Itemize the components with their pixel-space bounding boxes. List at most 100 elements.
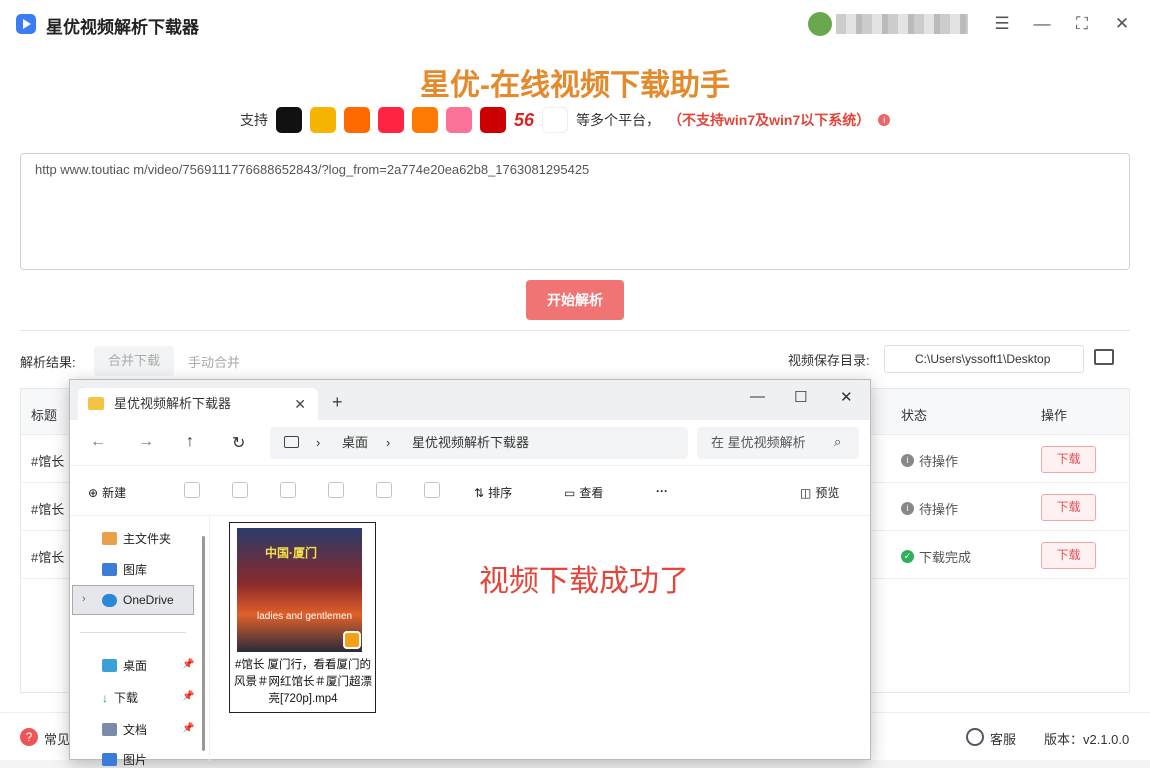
support-prefix: 支持 [240,112,268,128]
nav-onedrive[interactable]: OneDrive [102,593,174,607]
nav-home[interactable]: 主文件夹 [102,530,171,547]
nav-label: OneDrive [123,593,174,607]
view-label: 查看 [579,486,604,500]
computer-icon [284,436,299,448]
help-icon[interactable]: ? [20,728,38,746]
thumbnail-caption: 中国·厦门 [265,546,317,560]
folder-icon[interactable] [1094,349,1114,365]
gallery-icon [102,563,117,576]
close-button[interactable]: ✕ [1110,12,1134,36]
app-logo-icon [16,14,36,34]
page-title: 星优-在线视频下载助手 [420,69,730,102]
nav-downloads[interactable]: ↓ 下载 [102,689,138,706]
acfun-icon [542,107,569,133]
minimize-button[interactable]: — [1030,12,1054,36]
explorer-tabbar: 星优视频解析下载器 ✕ + — ☐ ✕ [70,380,870,420]
tencent-video-icon [412,107,438,133]
douyin-icon [276,107,302,133]
thumbnail-subtitle: ladies and gentlemen [257,611,353,622]
crumb-desktop[interactable]: 桌面 [342,427,368,459]
back-icon[interactable]: ← [90,433,106,451]
rename-icon[interactable] [328,482,344,498]
info-icon[interactable]: i [878,114,891,126]
preview-button[interactable]: ◫ 预览 [800,484,839,501]
download-button[interactable]: 下载 [1041,542,1096,569]
media-player-icon [343,631,361,649]
nav-label: 主文件夹 [123,532,172,546]
bilibili-icon [446,107,472,133]
pin-icon[interactable]: 📌 [182,723,194,734]
row-status: i 待操作 [901,451,958,470]
nav-desktop[interactable]: 桌面 [102,657,147,674]
maximize-button[interactable]: ⛶ [1070,12,1094,36]
explorer-tab[interactable]: 星优视频解析下载器 ✕ [78,388,318,420]
view-button[interactable]: ▭ 查看 [564,484,603,501]
download-icon: ↓ [102,690,108,705]
share-icon[interactable] [376,482,392,498]
view-icon: ▭ [564,485,576,500]
chevron-right-icon: › [386,435,391,450]
sliders-icon[interactable]: ☰ [990,12,1014,36]
row-status: ✓ 下载完成 [901,547,971,566]
manual-merge-button[interactable]: 手动合并 [188,352,240,371]
row-title: #馆长 [31,550,65,565]
cut-icon[interactable] [184,482,200,498]
help-link[interactable]: 常见 [44,729,70,748]
merge-download-button[interactable]: 合并下载 [94,346,174,376]
address-bar-row: ← → ↑ ↻ › 桌面 › 星优视频解析下载器 在 星优视频解析 ⌕ [70,420,870,466]
user-name-blurred[interactable] [836,14,968,34]
more-button[interactable]: ··· [656,484,668,498]
service-icon[interactable] [966,728,984,746]
sort-button[interactable]: ⇅ 排序 [474,484,512,501]
minimize-button[interactable]: — [750,388,765,405]
nav-label: 图库 [123,563,148,577]
scrollbar[interactable] [202,536,205,751]
forward-icon[interactable]: → [138,433,154,451]
check-icon: ✓ [901,550,914,563]
warning-text: （不支持win7及win7以下系统） [668,112,871,128]
copy-icon[interactable] [232,482,248,498]
download-button[interactable]: 下载 [1041,446,1096,473]
row-title: #馆长 [31,454,65,469]
pin-icon[interactable]: 📌 [182,659,194,670]
pin-icon[interactable]: 📌 [182,691,194,702]
info-icon: i [901,502,914,515]
divider [20,330,1130,331]
close-tab-icon[interactable]: ✕ [294,388,306,420]
save-path-field[interactable]: C:\Users\yssoft1\Desktop [884,345,1084,373]
status-text: 待操作 [919,502,959,517]
search-icon: ⌕ [834,434,842,449]
weibo-icon [310,107,336,133]
chevron-right-icon: › [316,435,321,450]
chevron-right-icon[interactable]: › [82,593,86,605]
delete-icon[interactable] [424,482,440,498]
tab-label: 星优视频解析下载器 [114,396,232,411]
file-explorer-window: 星优视频解析下载器 ✕ + — ☐ ✕ ← → ↑ ↻ › 桌面 › 星优视频解… [69,379,871,767]
download-button[interactable]: 下载 [1041,494,1096,521]
crumb-folder[interactable]: 星优视频解析下载器 [412,427,529,459]
preview-label: 预览 [815,486,840,500]
close-button[interactable]: ✕ [840,388,853,406]
avatar[interactable] [808,12,832,36]
refresh-icon[interactable]: ↻ [232,433,245,453]
url-input[interactable]: http www.toutiac m/video/756911177668865… [20,153,1130,270]
row-title: #馆长 [31,502,65,517]
up-icon[interactable]: ↑ [186,433,194,451]
video-file-item[interactable]: 中国·厦门 ladies and gentlemen #馆长 厦门行，看看厦门的… [229,522,376,713]
info-icon: i [901,454,914,467]
title-bar: 星优视频解析下载器 ☰ — ⛶ ✕ [0,0,1150,48]
maximize-button[interactable]: ☐ [794,388,807,406]
paste-icon[interactable] [280,482,296,498]
start-parse-button[interactable]: 开始解析 [526,280,624,320]
nav-documents[interactable]: 文档 [102,721,147,738]
new-button[interactable]: ⊕ 新建 [88,484,126,501]
app-title: 星优视频解析下载器 [46,18,199,37]
new-tab-icon[interactable]: + [332,392,343,413]
nav-label: 桌面 [123,659,148,673]
breadcrumb[interactable]: › 桌面 › 星优视频解析下载器 [270,427,688,459]
service-link[interactable]: 客服 [990,729,1016,748]
nav-gallery[interactable]: 图库 [102,561,147,578]
divider [80,632,186,633]
folder-icon [88,397,104,410]
sort-icon: ⇅ [474,485,485,500]
